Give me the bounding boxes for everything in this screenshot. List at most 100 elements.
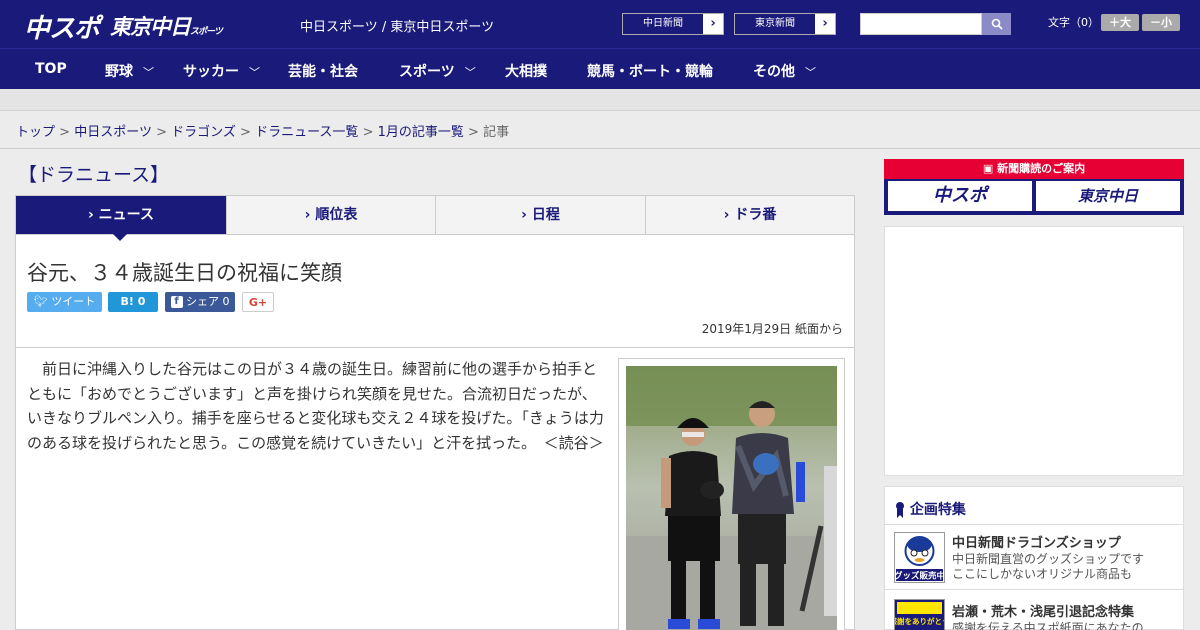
divider	[885, 589, 1183, 590]
nav-item-racing[interactable]: 競馬・ボート・競輪	[587, 61, 713, 81]
chevron-down-icon: ﹀	[464, 66, 476, 79]
site-names: 中日スポーツ / 東京中日スポーツ	[300, 20, 495, 35]
breadcrumb-current: 記事	[483, 125, 510, 140]
nav-item-entertainment[interactable]: 芸能・社会	[288, 61, 358, 81]
promo-dragons-shop-link[interactable]: 中日新聞ドラゴンズショップ	[952, 532, 1121, 551]
tab-news[interactable]: › ニュース	[16, 196, 227, 234]
chevron-right-icon: ›	[710, 16, 716, 31]
nav-item-top[interactable]: TOP	[35, 61, 67, 77]
breadcrumb-separator: >	[240, 125, 251, 140]
search-input[interactable]	[860, 13, 982, 35]
players-walking-photo	[626, 366, 837, 630]
dragons-shop-thumbnail-text: グッズ販売中	[895, 571, 944, 582]
news-tabs: › ニュース › 順位表 › 日程 › ドラ番	[15, 195, 855, 235]
chunichi-shimbun-link[interactable]: 中日新聞 ›	[622, 13, 724, 35]
retirement-feature-thumbnail-art: 感謝をありがとう	[890, 600, 950, 630]
text-size-label: 文字（0）	[1048, 16, 1099, 29]
sub-nav-strip	[0, 89, 1200, 111]
tokyo-shimbun-label: 東京新聞	[735, 14, 815, 34]
tab-standings[interactable]: › 順位表	[227, 196, 436, 234]
tab-dora-ban[interactable]: › ドラ番	[646, 196, 854, 234]
ribbon-icon	[896, 502, 904, 518]
article-headline: 谷元、３４歳誕生日の祝福に笑顔	[27, 261, 342, 285]
subscription-banner-title: ▣ 新聞購読のご案内	[884, 159, 1184, 179]
chevron-right-icon: ›	[822, 16, 828, 31]
tokyo-chunichi-subscribe-logo[interactable]: 東京中日	[1036, 181, 1180, 211]
facebook-icon: f	[170, 296, 183, 308]
nav-item-label: TOP	[35, 61, 67, 77]
mascot-icon: グッズ販売中	[894, 536, 945, 582]
site-header: 中スポ 東京中日スポーツ 中日スポーツ / 東京中日スポーツ 中日新聞 › 東京…	[0, 0, 1200, 48]
nav-item-label: スポーツ	[399, 64, 455, 80]
article-dateline: 2019年1月29日 紙面から	[701, 322, 843, 336]
article-body: 前日に沖縄入りした谷元はこの日が３４歳の誕生日。練習前に他の選手から拍手とともに…	[27, 360, 604, 452]
promo-retirement-feature-link[interactable]: 岩瀬・荒木・浅尾引退記念特集	[952, 601, 1134, 620]
tokyo-chunichi-logo-text: 東京中日	[110, 15, 191, 39]
text-size-increase-button[interactable]: ＋大	[1101, 14, 1139, 31]
main-nav: TOP 野球 ﹀ サッカー ﹀ 芸能・社会 スポーツ ﹀ 大相撲 競馬・ボート・競輪 …	[0, 48, 1200, 89]
breadcrumb-separator: >	[362, 125, 374, 140]
tokyo-shimbun-link[interactable]: 東京新聞 ›	[734, 13, 836, 35]
article-photo-frame	[618, 358, 845, 630]
chunichi-sports-logo[interactable]: 中スポ	[24, 8, 100, 45]
chevron-down-icon: ﹀	[143, 66, 154, 79]
feature-promos-label: 企画特集	[909, 502, 966, 518]
tweet-label: ツイート	[51, 295, 96, 308]
feature-promos-title: 企画特集	[895, 499, 966, 519]
search-button[interactable]	[982, 13, 1011, 35]
section-title: 【ドラニュース】	[18, 164, 170, 186]
breadcrumb-link-chunichi-sports[interactable]: 中日スポーツ	[74, 125, 152, 140]
breadcrumb-link-news-list[interactable]: ドラニュース一覧	[255, 125, 358, 140]
nav-item-label: その他	[753, 64, 795, 80]
breadcrumb-link-top[interactable]: トップ	[16, 125, 55, 140]
facebook-share-label: シェア 0	[186, 295, 230, 308]
search-icon	[991, 18, 1003, 30]
nav-item-other[interactable]: その他 ﹀	[753, 61, 816, 81]
breadcrumb-link-dragons[interactable]: ドラゴンズ	[171, 125, 236, 140]
hatena-bookmark-button[interactable]: B! 0	[108, 292, 158, 312]
article: 谷元、３４歳誕生日の祝福に笑顔 🐦︎ ツイート B! 0 f シェア 0 G+ …	[15, 235, 855, 630]
breadcrumb: トップ > 中日スポーツ > ドラゴンズ > ドラニュース一覧 > 1月の記事一…	[16, 121, 509, 140]
retirement-feature-thumbnail-text: 感謝をありがとう	[895, 616, 944, 626]
tab-schedule[interactable]: › 日程	[436, 196, 646, 234]
text-size-decrease-button[interactable]: －小	[1142, 14, 1180, 31]
nav-item-label: 野球	[105, 64, 133, 80]
nav-item-label: 競馬・ボート・競輪	[587, 64, 713, 80]
divider	[0, 148, 1200, 149]
feature-promos: 企画特集 グッズ販売中 中日新聞ドラゴンズショップ 中日新聞直営のグッズショップ…	[884, 486, 1184, 630]
chevron-down-icon: ﹀	[805, 66, 816, 79]
nav-item-label: 芸能・社会	[288, 64, 358, 80]
retirement-feature-thumbnail[interactable]: 感謝をありがとう	[890, 599, 950, 630]
facebook-share-button[interactable]: f シェア 0	[165, 292, 235, 312]
divider	[16, 347, 854, 348]
nav-item-soccer[interactable]: サッカー ﹀	[183, 61, 260, 81]
tokyo-chunichi-logo[interactable]: 東京中日スポーツ	[110, 11, 223, 41]
breadcrumb-link-january[interactable]: 1月の記事一覧	[378, 125, 464, 140]
nav-item-label: サッカー	[183, 64, 239, 80]
chevron-down-icon: ﹀	[249, 66, 260, 79]
twitter-icon: 🐦︎	[33, 295, 52, 308]
nav-item-sumo[interactable]: 大相撲	[505, 61, 547, 81]
tweet-button[interactable]: 🐦︎ ツイート	[27, 292, 102, 312]
article-photo[interactable]	[626, 366, 837, 630]
divider	[885, 524, 1183, 525]
subscription-banner[interactable]: ▣ 新聞購読のご案内 中スポ 東京中日	[884, 159, 1184, 215]
breadcrumb-separator: >	[468, 125, 479, 140]
tokyo-chunichi-logo-suffix: スポーツ	[190, 27, 223, 37]
active-tab-pointer	[113, 234, 127, 241]
promo-dragons-shop-desc-line2: ここにしかないオリジナル商品も	[952, 567, 1133, 581]
google-plus-button[interactable]: G+	[242, 292, 274, 312]
chunichi-sports-subscribe-logo[interactable]: 中スポ	[888, 181, 1032, 211]
subscription-banner-label: 新聞購読のご案内	[997, 162, 1086, 175]
nav-item-sports[interactable]: スポーツ ﹀	[399, 61, 476, 81]
advertisement-slot	[884, 226, 1184, 476]
breadcrumb-separator: >	[156, 125, 167, 140]
nav-item-baseball[interactable]: 野球 ﹀	[105, 61, 154, 81]
promo-dragons-shop-desc-line1: 中日新聞直営のグッズショップです	[952, 552, 1145, 566]
breadcrumb-separator: >	[59, 125, 71, 140]
chunichi-shimbun-label: 中日新聞	[623, 14, 703, 34]
newspaper-icon: ▣	[982, 162, 998, 175]
dragons-shop-thumbnail[interactable]: グッズ販売中	[894, 532, 945, 583]
promo-retirement-feature-desc: 感謝を伝える中スポ紙面にあなたの	[952, 621, 1144, 630]
nav-item-label: 大相撲	[505, 64, 547, 80]
